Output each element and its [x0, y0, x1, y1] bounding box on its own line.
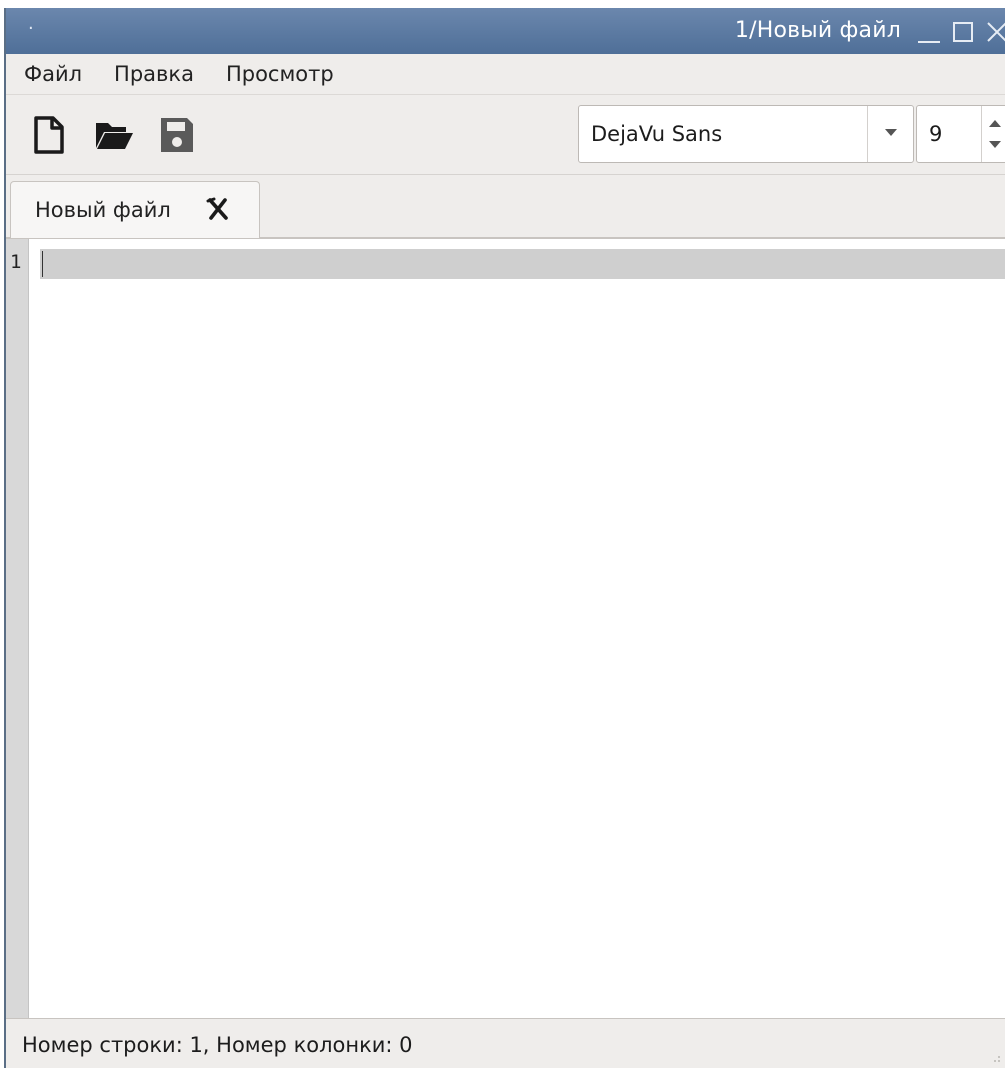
font-size-spinbox[interactable]: 9: [916, 105, 1005, 163]
save-button[interactable]: [158, 115, 196, 155]
status-bar: Номер строки: 1, Номер колонки: 0: [6, 1018, 1005, 1068]
title-bar[interactable]: · 1/Новый файл: [6, 8, 1005, 55]
text-editor[interactable]: 1: [6, 238, 1005, 1019]
close-window-button[interactable]: [985, 20, 1005, 44]
menu-edit[interactable]: Правка: [112, 58, 196, 90]
tab-label: Новый файл: [35, 198, 171, 222]
spin-divider: [981, 106, 982, 162]
editor-window: · 1/Новый файл Файл Правка Просмотр Deja…: [4, 8, 1005, 1068]
spin-down-icon[interactable]: [989, 141, 1001, 148]
font-family-value: DejaVu Sans: [591, 122, 723, 146]
spin-up-icon[interactable]: [989, 120, 1001, 127]
font-size-value: 9: [929, 122, 943, 146]
current-line-highlight: [40, 249, 1005, 279]
minimize-button[interactable]: [917, 20, 941, 44]
new-file-button[interactable]: [30, 115, 68, 155]
text-caret: [42, 251, 43, 277]
maximize-button[interactable]: [951, 20, 975, 44]
cursor-position-status: Номер строки: 1, Номер колонки: 0: [22, 1033, 413, 1057]
combo-divider: [867, 106, 868, 162]
tab-bar: Новый файл: [6, 174, 1005, 239]
new-file-icon: [34, 116, 64, 154]
menu-bar: Файл Правка Просмотр: [6, 54, 1005, 94]
line-number-gutter: 1: [6, 239, 29, 1019]
open-folder-icon: [96, 123, 133, 149]
menu-view[interactable]: Просмотр: [224, 58, 336, 90]
window-menu-icon[interactable]: ·: [28, 18, 34, 39]
save-icon: [161, 118, 193, 152]
close-icon: [987, 22, 1005, 42]
toolbar: DejaVu Sans 9: [6, 94, 1005, 175]
menu-file[interactable]: Файл: [22, 58, 84, 90]
resize-grip-icon[interactable]: [991, 1053, 1001, 1063]
close-tab-icon: [206, 197, 228, 220]
close-tab-button[interactable]: [205, 196, 231, 222]
open-file-button[interactable]: [94, 115, 133, 155]
tab-new-file[interactable]: Новый файл: [10, 181, 260, 239]
window-title: 1/Новый файл: [734, 18, 901, 43]
chevron-down-icon[interactable]: [885, 129, 897, 136]
font-family-select[interactable]: DejaVu Sans: [578, 105, 914, 163]
line-number: 1: [10, 251, 22, 273]
